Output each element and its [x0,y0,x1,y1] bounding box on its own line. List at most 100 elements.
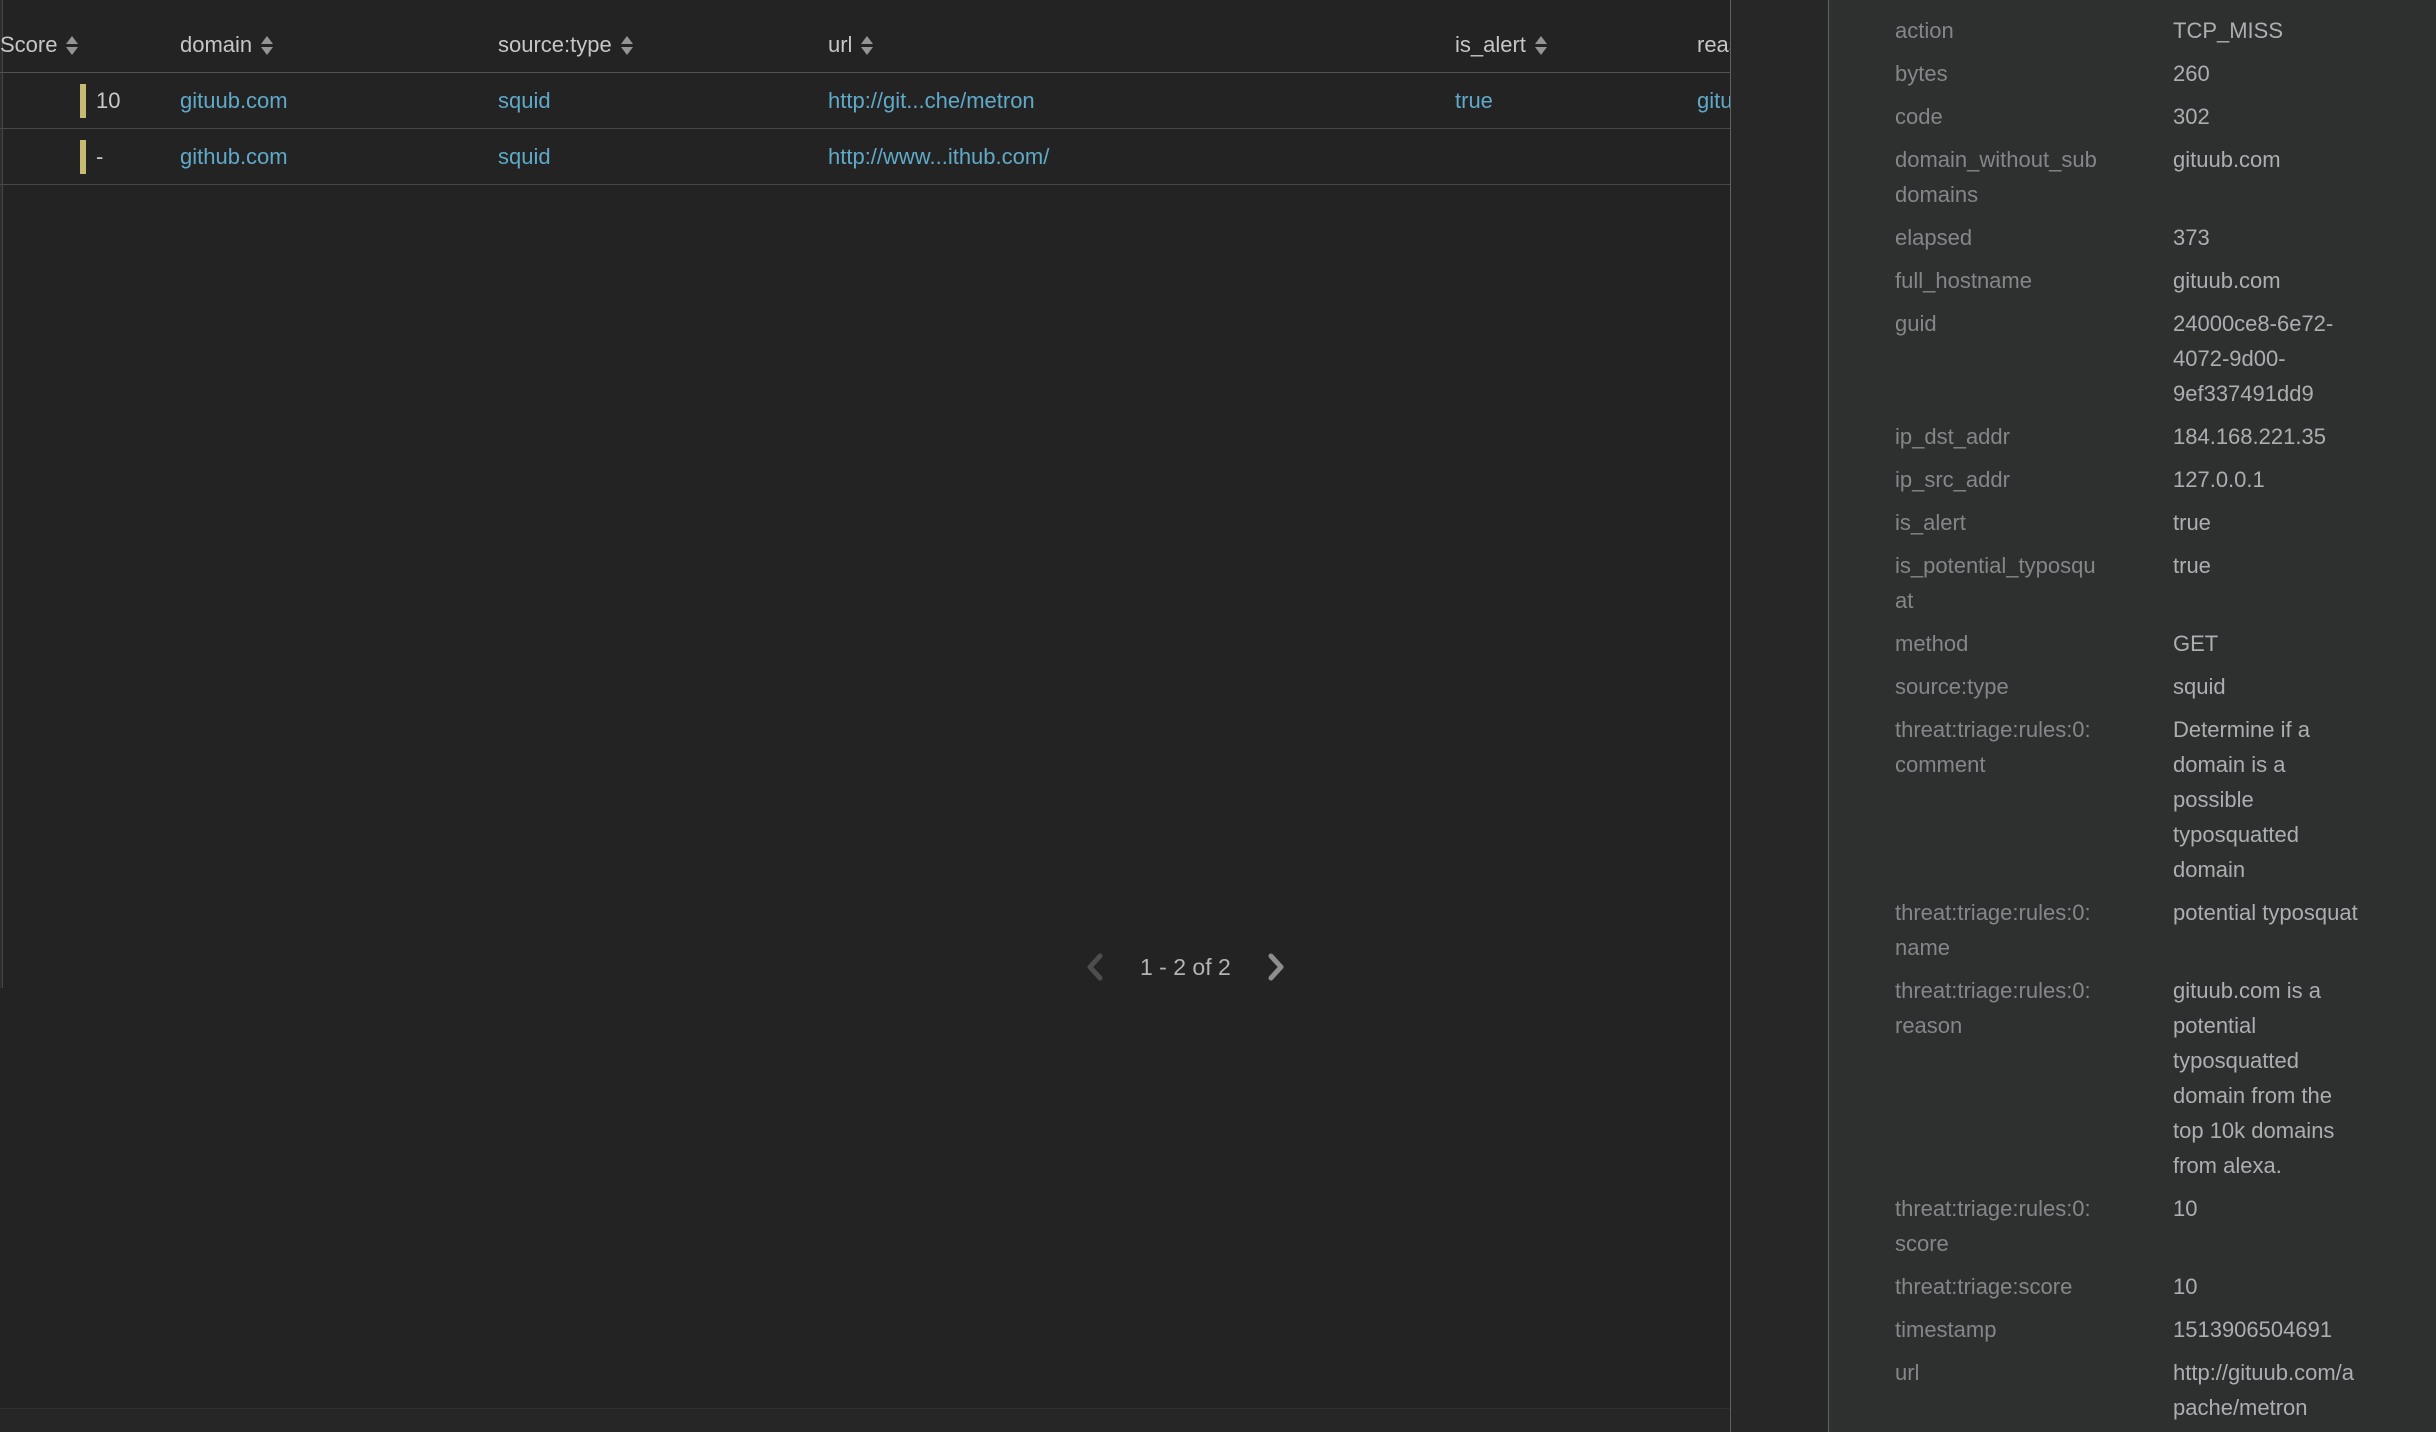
column-header[interactable]: is_alert [1455,32,1697,58]
detail-row: url http://gituub.com/apache/metron [1895,1355,2436,1425]
detail-key: timestamp [1895,1312,2097,1347]
column-header-label: domain [180,32,252,58]
detail-row: timestamp 1513906504691 [1895,1312,2436,1347]
previous-page-button[interactable] [1082,949,1108,985]
score-value: 10 [96,88,120,114]
column-header[interactable]: domain [180,32,498,58]
detail-value: 1513906504691 [2173,1312,2363,1347]
detail-key: threat:triage:rules:0:name [1895,895,2097,965]
detail-value: 127.0.0.1 [2173,462,2363,497]
detail-row: code 302 [1895,99,2436,134]
detail-key: elapsed [1895,220,2097,255]
cell-source-type[interactable]: squid [498,88,828,114]
detail-row: threat:triage:rules:0:comment Determine … [1895,712,2436,887]
detail-value: 10 [2173,1191,2363,1261]
detail-key: bytes [1895,56,2097,91]
cell-source-type[interactable]: squid [498,144,828,170]
table-row[interactable]: - github.com squid http://www...ithub.co… [0,129,1730,185]
detail-value: squid [2173,669,2363,704]
detail-key: code [1895,99,2097,134]
cell-reason[interactable]: gituub.com is a potential typosquatted d… [1697,88,1730,114]
footer-edge [0,1408,1730,1432]
column-header-label: reason [1697,32,1730,58]
detail-value: Determine if a domain is a possible typo… [2173,712,2363,887]
detail-key: method [1895,626,2097,661]
detail-value: 184.168.221.35 [2173,419,2363,454]
detail-row: ip_src_addr 127.0.0.1 [1895,462,2436,497]
column-header-label: is_alert [1455,32,1526,58]
detail-value: true [2173,548,2363,618]
cell-domain[interactable]: github.com [180,144,498,170]
detail-row: threat:triage:rules:0:reason gituub.com … [1895,973,2436,1183]
cell-url[interactable]: http://git...che/metron [828,88,1455,114]
detail-value: GET [2173,626,2363,661]
detail-key: threat:triage:rules:0:comment [1895,712,2097,887]
detail-value: 10 [2173,1269,2363,1304]
pagination-label: 1 - 2 of 2 [1140,954,1231,981]
detail-value: 302 [2173,99,2363,134]
cell-score[interactable]: 10 [0,84,180,118]
detail-row: is_potential_typosquat true [1895,548,2436,618]
cell-domain[interactable]: gituub.com [180,88,498,114]
sort-icon[interactable] [1535,36,1547,55]
cell-score[interactable]: - [0,140,180,174]
severity-indicator [80,84,86,118]
detail-key: ip_src_addr [1895,462,2097,497]
detail-row: bytes 260 [1895,56,2436,91]
table-row[interactable]: 10 gituub.com squid http://git...che/met… [0,73,1730,129]
detail-key: domain_without_subdomains [1895,142,2097,212]
detail-key: is_potential_typosquat [1895,548,2097,618]
column-header-label: url [828,32,852,58]
detail-row: full_hostname gituub.com [1895,263,2436,298]
sort-icon[interactable] [861,36,873,55]
sort-icon[interactable] [261,36,273,55]
detail-key: threat:triage:rules:0:reason [1895,973,2097,1183]
detail-row: threat:triage:score 10 [1895,1269,2436,1304]
column-header[interactable]: url [828,32,1455,58]
alerts-table: Score domain source:type [0,0,1730,185]
detail-value: 260 [2173,56,2363,91]
detail-value: potential typosquat [2173,895,2363,965]
detail-value: gituub.com [2173,142,2363,212]
detail-key: action [1895,13,2097,48]
detail-row: threat:triage:rules:0:score 10 [1895,1191,2436,1261]
detail-key: threat:triage:rules:0:score [1895,1191,2097,1261]
sort-icon[interactable] [66,36,78,55]
detail-row: domain_without_subdomains gituub.com [1895,142,2436,212]
cell-url[interactable]: http://www...ithub.com/ [828,144,1455,170]
detail-value: 373 [2173,220,2363,255]
column-header[interactable]: source:type [498,32,828,58]
detail-key: guid [1895,306,2097,411]
detail-row: ip_dst_addr 184.168.221.35 [1895,419,2436,454]
detail-row: action TCP_MISS [1895,13,2436,48]
detail-value: 24000ce8-6e72-4072-9d00-9ef337491dd9 [2173,306,2363,411]
detail-row: method GET [1895,626,2436,661]
pagination: 1 - 2 of 2 [1082,942,1289,992]
detail-value: http://gituub.com/apache/metron [2173,1355,2363,1425]
next-page-button[interactable] [1263,949,1289,985]
sort-icon[interactable] [621,36,633,55]
column-header[interactable]: reason [1697,32,1730,58]
detail-key: ip_dst_addr [1895,419,2097,454]
detail-row: elapsed 373 [1895,220,2436,255]
detail-row: source:type squid [1895,669,2436,704]
detail-value: true [2173,505,2363,540]
alert-details-pane: action TCP_MISS bytes 260 code 302 domai… [1730,0,2436,1432]
cell-is-alert[interactable]: true [1455,88,1697,114]
chevron-left-icon [1082,949,1108,985]
column-header-label: source:type [498,32,612,58]
detail-key: full_hostname [1895,263,2097,298]
column-header[interactable]: Score [0,32,180,58]
detail-key: threat:triage:score [1895,1269,2097,1304]
column-header-label: Score [0,32,57,58]
detail-key: source:type [1895,669,2097,704]
chevron-right-icon [1263,949,1289,985]
detail-row: is_alert true [1895,505,2436,540]
detail-value: gituub.com is a potential typosquatted d… [2173,973,2363,1183]
severity-indicator [80,140,86,174]
detail-key: url [1895,1355,2097,1425]
alert-details-fields: action TCP_MISS bytes 260 code 302 domai… [1828,0,2436,1432]
detail-key: is_alert [1895,505,2097,540]
detail-row: guid 24000ce8-6e72-4072-9d00-9ef337491dd… [1895,306,2436,411]
table-header-row: Score domain source:type [0,0,1730,73]
